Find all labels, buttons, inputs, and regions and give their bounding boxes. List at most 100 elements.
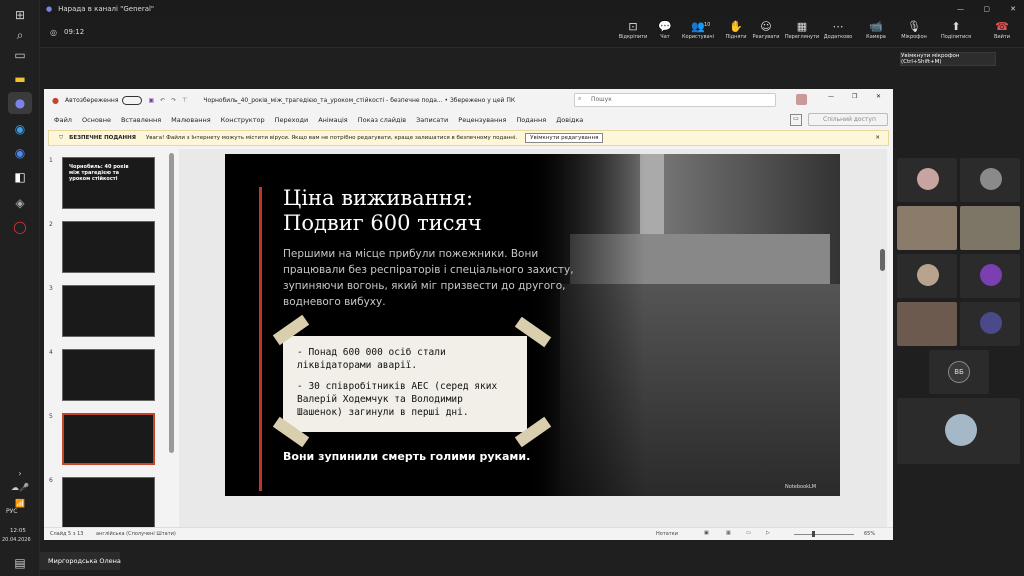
folder-icon[interactable]: ▬ <box>8 68 32 90</box>
slideshow-view-icon[interactable]: ▷ <box>766 530 770 536</box>
avatar <box>917 264 939 286</box>
search-icon[interactable]: ⌕ <box>8 24 32 46</box>
slide-thumbnail[interactable]: Чорнобиль: 40 років між трагедією та уро… <box>62 157 155 209</box>
participant-tile[interactable] <box>897 302 957 346</box>
comment-icon[interactable]: ▭ <box>790 114 802 126</box>
maximize-icon[interactable]: ▢ <box>983 5 990 13</box>
save-icon[interactable]: ▣ <box>148 97 154 104</box>
meeting-toolbar: ◎ 09:12 ⊡ Відкріпити 💬 Чат 👥 Користувачі 10 ✋ Пі… <box>40 18 1024 48</box>
ribbon-tab[interactable]: Показ слайдів <box>358 116 406 124</box>
ribbon-tab[interactable]: Подання <box>516 116 546 124</box>
participant-tile[interactable] <box>960 206 1020 250</box>
shield-icon[interactable]: ◈ <box>8 192 32 214</box>
edge-icon[interactable]: ◉ <box>8 118 32 140</box>
current-slide[interactable]: Ціна виживання: Подвиг 600 тисяч Першими… <box>225 154 840 496</box>
ribbon-tab[interactable]: Файл <box>54 116 72 124</box>
language-indicator[interactable]: РУС <box>6 508 17 515</box>
participant-tile[interactable] <box>960 302 1020 346</box>
taskview-icon[interactable]: ▭ <box>8 44 32 66</box>
enable-editing-button[interactable]: Увімкнути редагування <box>525 133 604 143</box>
restore-icon[interactable]: ❐ <box>852 93 857 100</box>
slide-thumbnail[interactable] <box>62 477 155 529</box>
leave-button[interactable]: ☎ Вийти <box>984 20 1020 46</box>
ribbon-tabs: Файл Основне Вставлення Малювання Конструкто… <box>44 111 893 129</box>
ribbon-tab[interactable]: Переходи <box>275 116 309 124</box>
control-unpin[interactable]: ⊡ Відкріпити <box>615 20 651 46</box>
sorter-view-icon[interactable]: ▦ <box>726 530 731 536</box>
mic-tooltip: Увімкнути мікрофон (Ctrl+Shift+M) <box>900 52 996 66</box>
teams-icon[interactable]: ● <box>8 92 32 114</box>
control-view[interactable]: ▦ Переглянути <box>784 20 820 46</box>
minimize-icon[interactable]: — <box>957 5 964 13</box>
windows-taskbar: ⊞ ⌕ ▭ ▬ ● ◉ ◉ ◧ ◈ ◯ › ☁🎤 📶 РУС 12:05 20.… <box>0 0 40 576</box>
control-people[interactable]: 👥 Користувачі 10 <box>680 20 716 46</box>
raise-hand-icon: ✋ <box>729 20 743 33</box>
close-icon[interactable]: ✕ <box>1010 5 1016 13</box>
note-item-1: - Понад 600 000 осіб стали ліквідаторами… <box>297 347 446 371</box>
autosave-toggle[interactable] <box>122 95 143 105</box>
reading-view-icon[interactable]: ▭ <box>746 530 751 536</box>
notification-icon[interactable]: ▤ <box>8 552 32 574</box>
undo-icon[interactable]: ↶ <box>160 97 165 104</box>
thumbnail-number: 6 <box>49 477 53 484</box>
search-input[interactable]: Пошук <box>574 93 776 107</box>
ribbon-tab[interactable]: Довідка <box>556 116 583 124</box>
leave-icon: ☎ <box>995 20 1009 33</box>
control-label: Відкріпити <box>618 34 648 40</box>
participant-tile[interactable] <box>960 254 1020 298</box>
control-chat[interactable]: 💬 Чат <box>647 20 683 46</box>
warning-title: БЕЗПЕЧНЕ ПОДАННЯ <box>69 135 136 141</box>
zoom-slider-thumb[interactable] <box>812 531 815 537</box>
minimize-icon[interactable]: — <box>828 93 834 100</box>
ribbon-tab[interactable]: Конструктор <box>221 116 265 124</box>
thumbnail-scrollbar[interactable] <box>169 153 174 453</box>
ribbon-tab[interactable]: Записати <box>416 116 448 124</box>
control-more[interactable]: ⋯ Додатково <box>820 20 856 46</box>
close-icon[interactable]: ✕ <box>875 135 880 141</box>
control-label: Камера <box>866 34 886 40</box>
zoom-level[interactable]: 65% <box>864 531 875 537</box>
share-button[interactable]: Спільний доступ <box>808 113 888 126</box>
slide-scrollbar[interactable] <box>880 249 885 271</box>
opera-icon[interactable]: ◯ <box>8 216 32 238</box>
account-avatar[interactable] <box>796 94 807 105</box>
thumbnail-caption: Чорнобиль: 40 років між трагедією та уро… <box>69 164 129 182</box>
ribbon-tab[interactable]: Рецензування <box>458 116 506 124</box>
present-icon[interactable]: ⊤ <box>182 97 187 104</box>
ribbon-tab[interactable]: Малювання <box>171 116 210 124</box>
ribbon-tab[interactable]: Основне <box>82 116 111 124</box>
slide-thumbnail[interactable] <box>62 285 155 337</box>
participant-tile[interactable] <box>897 398 1020 464</box>
slide-thumbnail[interactable] <box>62 413 155 465</box>
participant-tile[interactable] <box>960 158 1020 202</box>
control-mic[interactable]: 🎙 Мікрофон <box>896 20 932 46</box>
ribbon-tab[interactable]: Вставлення <box>121 116 161 124</box>
control-react[interactable]: ☺ Реагувати <box>748 20 784 46</box>
control-share[interactable]: ⬆ Поділитися <box>938 20 974 46</box>
close-icon[interactable]: ✕ <box>876 93 881 100</box>
initials-avatar: ВБ <box>948 361 970 383</box>
window-titlebar: ● Нарада в каналі "General" — ▢ ✕ <box>40 0 1024 18</box>
chrome-icon[interactable]: ◉ <box>8 142 32 164</box>
slide-thumbnail[interactable] <box>62 221 155 273</box>
redo-icon[interactable]: ↷ <box>171 97 176 104</box>
control-label: Підняти <box>725 34 747 40</box>
zoom-slider[interactable] <box>794 534 854 535</box>
participant-tile[interactable] <box>897 206 957 250</box>
slide-body: Першими на місце прибули пожежники. Вони… <box>283 248 574 308</box>
participant-tile[interactable] <box>897 158 957 202</box>
powerpoint-titlebar: ● Автозбереження ▣ ↶ ↷ ⊤ Чорнобиль_40_ро… <box>44 89 893 111</box>
avatar <box>980 312 1002 334</box>
participant-tile[interactable] <box>897 254 957 298</box>
participant-tile[interactable]: ВБ <box>929 350 989 394</box>
app-icon[interactable]: ◧ <box>8 166 32 188</box>
normal-view-icon[interactable]: ▣ <box>704 530 709 536</box>
ribbon-tab[interactable]: Анімація <box>318 116 348 124</box>
language-status[interactable]: англійська (Сполучені Штати) <box>96 531 176 537</box>
control-label: Мікрофон <box>901 34 927 40</box>
notes-button[interactable]: Нотатки <box>656 531 678 537</box>
slide-thumbnail[interactable] <box>62 349 155 401</box>
start-icon[interactable]: ⊞ <box>8 4 32 26</box>
thumbnail-number: 2 <box>49 221 53 228</box>
control-camera[interactable]: 📹 Камера <box>858 20 894 46</box>
